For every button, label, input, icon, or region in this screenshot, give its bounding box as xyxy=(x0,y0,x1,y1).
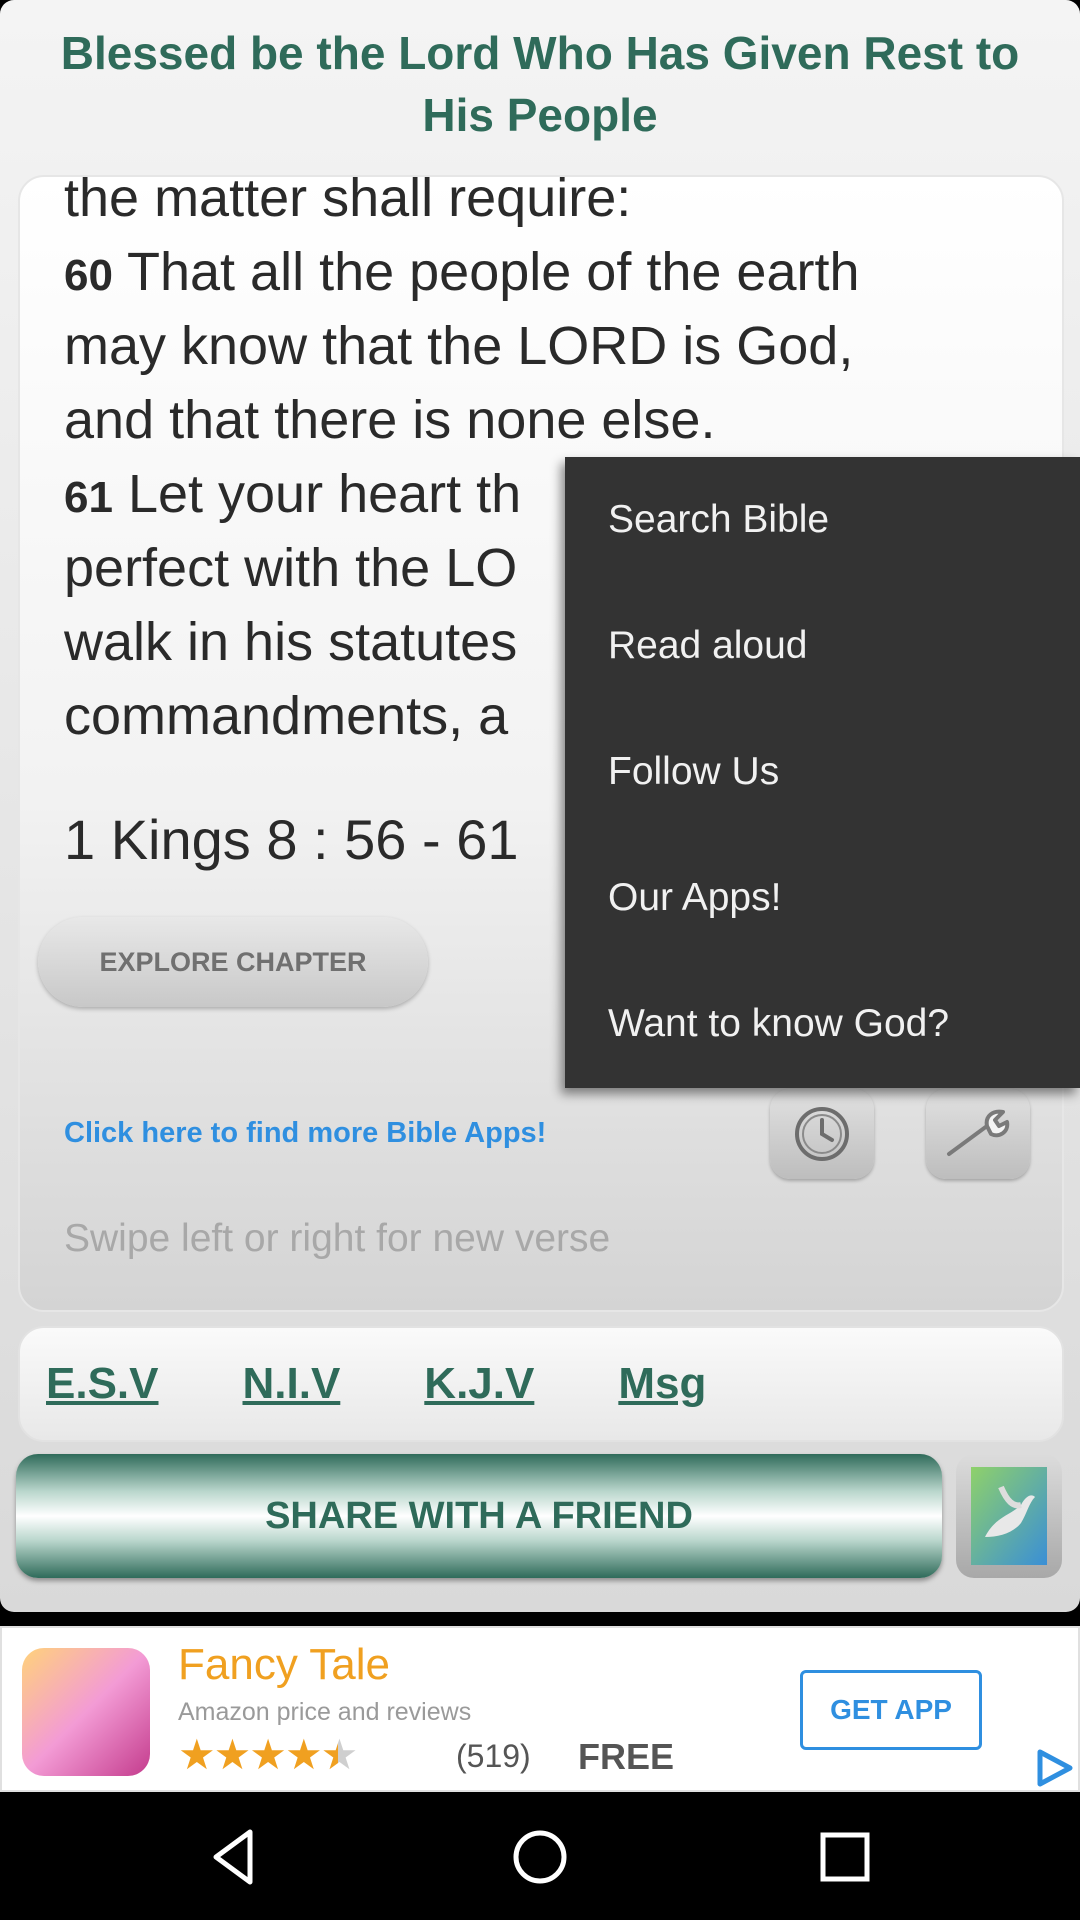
overflow-menu: Search Bible Read aloud Follow Us Our Ap… xyxy=(565,457,1080,1088)
clock-icon xyxy=(795,1107,849,1161)
translation-tabs: E.S.V N.I.V K.J.V Msg xyxy=(18,1326,1064,1442)
tab-msg[interactable]: Msg xyxy=(618,1359,706,1409)
tab-kjv[interactable]: K.J.V xyxy=(424,1359,534,1409)
verse-line: and that there is none else. xyxy=(64,390,716,450)
settings-button[interactable] xyxy=(926,1089,1030,1179)
ad-app-icon[interactable] xyxy=(22,1648,150,1776)
wrench-icon xyxy=(947,1109,1010,1156)
verse-line: the matter shall require: xyxy=(64,175,632,228)
menu-item-search-bible[interactable]: Search Bible xyxy=(565,457,1080,583)
page-title: Blessed be the Lord Who Has Given Rest t… xyxy=(60,27,1020,141)
tab-esv[interactable]: E.S.V xyxy=(46,1359,159,1409)
ad-banner[interactable]: Fancy Tale Amazon price and reviews ★★★★… xyxy=(0,1626,1080,1792)
menu-item-follow-us[interactable]: Follow Us xyxy=(565,709,1080,835)
ad-price: FREE xyxy=(578,1736,675,1777)
home-icon[interactable] xyxy=(505,1822,575,1892)
back-icon[interactable] xyxy=(200,1822,270,1892)
ad-title[interactable]: Fancy Tale xyxy=(178,1640,390,1690)
verse-line: may know that the LORD is God, xyxy=(64,316,854,376)
verse-reference: 1 Kings 8 : 56 - 61 xyxy=(64,808,519,871)
verse-line: 60 That all the people of the earth xyxy=(64,242,860,302)
dove-thumbnail-icon xyxy=(971,1467,1047,1565)
image-thumbnail-button[interactable] xyxy=(956,1454,1062,1578)
history-button[interactable] xyxy=(770,1089,874,1179)
tab-niv[interactable]: N.I.V xyxy=(243,1359,341,1409)
ad-subtitle: Amazon price and reviews xyxy=(178,1698,472,1726)
ad-review-count: (519) xyxy=(456,1738,531,1774)
share-button[interactable]: SHARE WITH A FRIEND xyxy=(16,1454,942,1578)
swipe-hint: Swipe left or right for new verse xyxy=(64,1217,611,1260)
ad-play-icon[interactable] xyxy=(1034,1748,1076,1788)
ad-rating-stars: ★★★★★ xyxy=(178,1731,358,1778)
more-bible-apps-link[interactable]: Click here to find more Bible Apps! xyxy=(64,1117,546,1150)
menu-item-know-god[interactable]: Want to know God? xyxy=(565,961,1080,1087)
verse-number: 60 xyxy=(64,251,113,300)
system-navbar xyxy=(0,1792,1080,1920)
menu-item-read-aloud[interactable]: Read aloud xyxy=(565,583,1080,709)
menu-item-our-apps[interactable]: Our Apps! xyxy=(565,835,1080,961)
recents-icon[interactable] xyxy=(810,1822,880,1892)
verse-number: 61 xyxy=(64,473,113,522)
explore-chapter-button[interactable]: EXPLORE CHAPTER xyxy=(38,917,428,1007)
get-app-button[interactable]: GET APP xyxy=(800,1670,982,1750)
